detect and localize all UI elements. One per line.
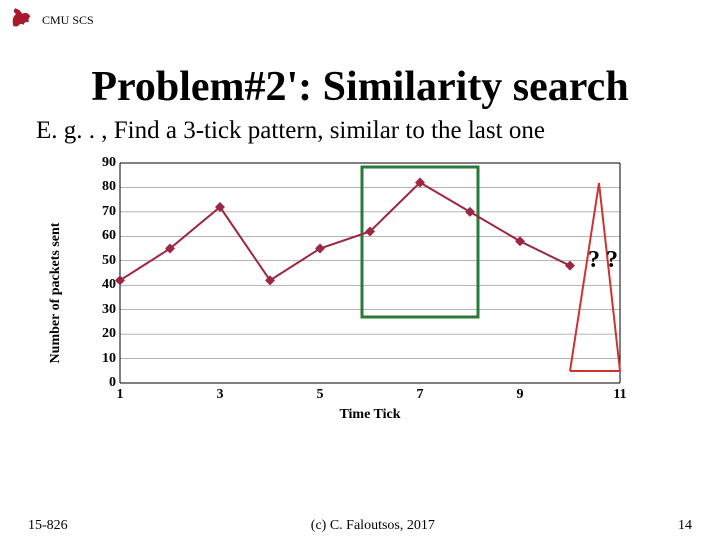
footer-copyright: (c) C. Faloutsos, 2017	[311, 518, 435, 534]
header-org: CMU SCS	[42, 13, 94, 28]
slide-title: Problem#2': Similarity search	[0, 63, 720, 111]
y-axis-label: Number of packets sent	[48, 223, 64, 364]
y-tick: 0	[88, 375, 116, 391]
y-tick: 20	[88, 326, 116, 342]
x-tick: 1	[117, 387, 124, 403]
x-tick: 11	[613, 387, 626, 403]
y-tick: 90	[88, 155, 116, 171]
chart: Number of packets sent Time Tick 0102030…	[90, 163, 650, 423]
slide-subtitle: E. g. . , Find a 3-tick pattern, similar…	[36, 117, 720, 145]
x-axis-label: Time Tick	[339, 407, 400, 423]
y-tick: 80	[88, 179, 116, 195]
x-tick: 7	[417, 387, 424, 403]
plot-area: Time Tick 01020304050607080901357911	[120, 163, 620, 383]
y-tick: 70	[88, 204, 116, 220]
x-tick: 3	[217, 387, 224, 403]
y-tick: 50	[88, 253, 116, 269]
dragon-logo-icon	[8, 4, 36, 37]
x-tick: 9	[517, 387, 524, 403]
y-tick: 40	[88, 277, 116, 293]
y-tick: 60	[88, 228, 116, 244]
footer-course: 15-826	[28, 518, 68, 534]
footer-page: 14	[678, 518, 692, 534]
y-tick: 10	[88, 351, 116, 367]
query-annotation: ? ?	[588, 247, 618, 274]
y-tick: 30	[88, 302, 116, 318]
x-tick: 5	[317, 387, 324, 403]
